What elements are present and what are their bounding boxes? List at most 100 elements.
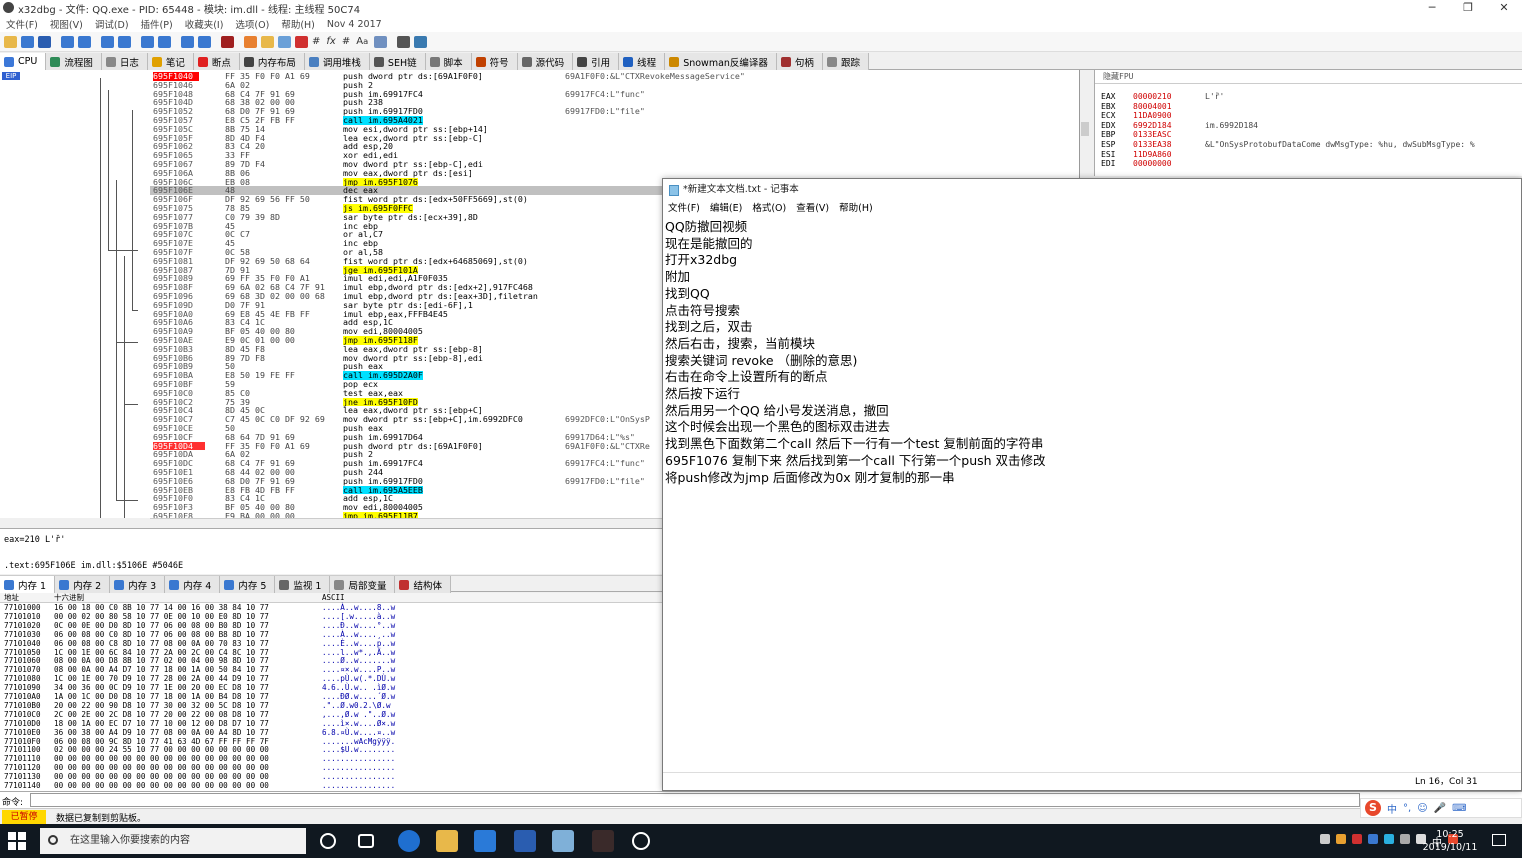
menu-options[interactable]: 选项(O): [229, 17, 275, 31]
disasm-row[interactable]: 695F1067 89 7D F4 mov dword ptr ss:[ebp-C]…: [150, 160, 1079, 169]
register-value[interactable]: 00000210: [1133, 92, 1205, 101]
dump-tab-4[interactable]: 内存 5: [220, 576, 276, 593]
dump-tab-2[interactable]: 内存 3: [110, 576, 166, 593]
register-row[interactable]: EAX 00000210 L'ȑ': [1101, 92, 1224, 101]
tab-1[interactable]: 流程图: [46, 53, 102, 70]
comment-icon[interactable]: [261, 35, 274, 48]
hash-icon[interactable]: #: [312, 36, 320, 47]
tab-11[interactable]: 引用: [573, 53, 620, 70]
register-row[interactable]: EBP 0133EASC: [1101, 130, 1205, 139]
register-value[interactable]: 00000000: [1133, 159, 1205, 168]
register-row[interactable]: EBX 80004001: [1101, 102, 1205, 111]
dump-tab-1[interactable]: 内存 2: [55, 576, 111, 593]
register-value[interactable]: 80004001: [1133, 102, 1205, 111]
notepad-menu-0[interactable]: 文件(F): [665, 201, 707, 217]
x32dbg-task-icon[interactable]: [592, 830, 614, 852]
register-row[interactable]: ESI 11D9A860: [1101, 150, 1205, 159]
tray-app-icon[interactable]: [1336, 834, 1346, 844]
notepad-menu-4[interactable]: 帮助(H): [836, 201, 880, 217]
tab-13[interactable]: Snowman反编译器: [665, 53, 777, 70]
tab-15[interactable]: 跟踪: [822, 53, 869, 70]
notepad-menu-1[interactable]: 编辑(E): [707, 201, 749, 217]
qq-browser-icon[interactable]: [398, 830, 420, 852]
restart-icon[interactable]: [21, 35, 34, 48]
tray-app-icon[interactable]: [1368, 834, 1378, 844]
tab-10[interactable]: 源代码: [517, 53, 574, 70]
register-row[interactable]: EDX 6992D184 im.6992D184: [1101, 121, 1258, 130]
menu-plugins[interactable]: 插件(P): [135, 17, 179, 31]
network-icon[interactable]: [1400, 834, 1410, 844]
register-value[interactable]: 0133EASC: [1133, 130, 1205, 139]
trace-over-icon[interactable]: [158, 35, 171, 48]
close-button[interactable]: ✕: [1486, 0, 1522, 16]
run-to-user-code-icon[interactable]: [198, 35, 211, 48]
notepad-window[interactable]: *新建文本文档.txt - 记事本 文件(F) 编辑(E) 格式(O) 查看(V) 帮助…: [662, 178, 1522, 791]
scylla-icon[interactable]: [221, 35, 234, 48]
dump-tab-0[interactable]: 内存 1: [0, 576, 56, 593]
patch-icon[interactable]: [244, 35, 257, 48]
tray-app-icon[interactable]: [1384, 834, 1394, 844]
disasm-row[interactable]: 695F1062 83 C4 20 add esp,20: [150, 142, 1079, 151]
ime-item[interactable]: 🎤: [1434, 803, 1446, 814]
tab-12[interactable]: 线程: [619, 53, 666, 70]
notepad-task-icon[interactable]: [552, 830, 574, 852]
step-over-icon[interactable]: [118, 35, 131, 48]
ime-item[interactable]: ☺: [1417, 803, 1427, 814]
function-icon[interactable]: fx: [326, 36, 335, 47]
tab-9[interactable]: 符号: [471, 53, 518, 70]
ime-item[interactable]: 中: [1387, 801, 1397, 816]
tab-4[interactable]: 断点: [193, 53, 240, 70]
pause-icon[interactable]: [78, 35, 91, 48]
tab-14[interactable]: 句柄: [776, 53, 823, 70]
notification-icon[interactable]: [1492, 834, 1506, 846]
register-value[interactable]: 0133EA38: [1133, 140, 1205, 149]
disasm-row[interactable]: 695F105C 8B 75 14 mov esi,dword ptr ss:[eb…: [150, 124, 1079, 134]
dump-tab-6[interactable]: 局部变量: [330, 576, 396, 593]
register-value[interactable]: 11D9A860: [1133, 150, 1205, 159]
taskbar-search-box[interactable]: 在这里输入你要搜索的内容: [40, 828, 306, 854]
maximize-button[interactable]: ❐: [1450, 0, 1486, 16]
notes-icon[interactable]: [397, 35, 411, 48]
globe-icon[interactable]: [414, 35, 428, 48]
windows-start-icon[interactable]: [8, 832, 26, 850]
dump-tab-3[interactable]: 内存 4: [165, 576, 221, 593]
trace-into-icon[interactable]: [141, 35, 154, 48]
menu-favourites[interactable]: 收藏夹(I): [179, 17, 230, 31]
ime-item[interactable]: ⌨: [1452, 803, 1466, 814]
menu-help[interactable]: 帮助(H): [275, 17, 321, 31]
register-row[interactable]: ESP 0133EA38 &L"OnSysProtobufDataCome dwMs…: [1101, 140, 1475, 149]
tab-5[interactable]: 内存布局: [239, 53, 305, 70]
step-into-icon[interactable]: [101, 35, 114, 48]
tray-app-icon[interactable]: [1352, 834, 1362, 844]
task-view-icon[interactable]: [358, 834, 374, 848]
pound-icon[interactable]: #: [342, 36, 350, 47]
bookmark-icon[interactable]: [295, 35, 308, 48]
label-icon[interactable]: [278, 35, 291, 48]
menu-file[interactable]: 文件(F): [0, 17, 44, 31]
register-value[interactable]: 11DA0900: [1133, 111, 1205, 120]
register-row[interactable]: ECX 11DA0900: [1101, 111, 1205, 120]
disassembly-hscrollbar[interactable]: [150, 518, 662, 528]
ime-item[interactable]: °,: [1403, 803, 1411, 814]
dump-row[interactable]: 77101140 00 00 00 00 00 00 00 00 00 00 00…: [0, 781, 662, 791]
sogou-icon[interactable]: S: [1365, 800, 1381, 816]
file-explorer-icon[interactable]: [436, 830, 458, 852]
tray-up-icon[interactable]: [1320, 834, 1330, 844]
calculator-icon[interactable]: [374, 35, 388, 48]
notepad-menu-3[interactable]: 查看(V): [793, 201, 836, 217]
tab-7[interactable]: SEH链: [369, 53, 426, 70]
register-value[interactable]: 6992D184: [1133, 121, 1205, 130]
notepad-menu-2[interactable]: 格式(O): [749, 201, 793, 217]
disasm-row[interactable]: 695F1065 33 FF xor edi,edi: [150, 151, 1079, 160]
tab-2[interactable]: 日志: [101, 53, 148, 70]
tab-3[interactable]: 笔记: [147, 53, 194, 70]
disasm-row[interactable]: 695F1057 E8 C5 2F FB FF call im.695A4021: [150, 116, 1079, 125]
menu-debug[interactable]: 调试(D): [89, 17, 135, 31]
notepad-text-area[interactable]: QQ防撤回视频 现在是能撤回的 打开x32dbg 附加 找到QQ 点击符号搜索 找到之后，双…: [665, 219, 1519, 486]
hide-fpu-button[interactable]: 隐藏FPU: [1095, 70, 1522, 84]
tab-6[interactable]: 调用堆栈: [304, 53, 370, 70]
open-folder-icon[interactable]: [4, 35, 17, 48]
minimize-button[interactable]: ─: [1414, 0, 1450, 16]
clock[interactable]: 10:25 2019/10/11: [1420, 828, 1480, 854]
register-row[interactable]: EDI 00000000: [1101, 159, 1205, 168]
